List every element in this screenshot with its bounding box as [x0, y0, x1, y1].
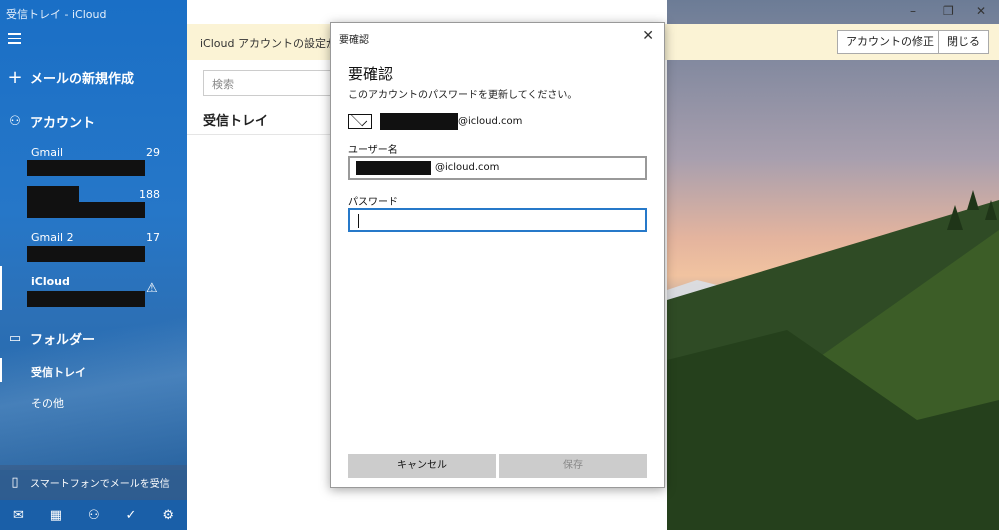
redacted-email — [27, 160, 145, 176]
dialog-heading: 要確認 — [348, 65, 394, 83]
folder-icon: ▭ — [8, 330, 22, 346]
close-notice-button[interactable]: 閉じる — [938, 30, 989, 54]
redacted-email — [27, 291, 145, 307]
account-count: 188 — [139, 188, 160, 201]
account-name: Gmail — [31, 146, 64, 159]
folder-selection-indicator — [0, 358, 2, 382]
reading-pane-background — [667, 0, 999, 530]
accounts-label: アカウント — [30, 115, 96, 131]
folder-item-inbox[interactable]: 受信トレイ — [31, 364, 86, 380]
username-label: ユーザー名 — [348, 145, 398, 156]
phone-promo-label: スマートフォンでメールを受信 — [30, 479, 170, 490]
todo-icon[interactable]: ✓ — [126, 508, 137, 523]
close-icon[interactable]: ✕ — [976, 4, 986, 18]
username-suffix: @icloud.com — [435, 162, 500, 173]
mail-icon[interactable]: ✉ — [13, 508, 24, 523]
account-count: 17 — [146, 231, 160, 244]
folders-header[interactable]: ▭ フォルダー — [0, 328, 187, 348]
save-button[interactable]: 保存 — [499, 454, 647, 478]
username-field[interactable]: @icloud.com — [348, 156, 647, 180]
minimize-icon[interactable]: – — [910, 4, 916, 18]
plus-icon: + — [7, 66, 23, 88]
new-mail-button[interactable]: + メールの新規作成 — [0, 66, 187, 88]
redacted-email — [27, 246, 145, 262]
folders-label: フォルダー — [30, 332, 96, 348]
password-dialog: 要確認 ✕ 要確認 このアカウントのパスワードを更新してください。 @iclou… — [330, 22, 665, 488]
password-field[interactable] — [348, 208, 647, 232]
forest-image — [667, 190, 999, 530]
account-email-suffix: @icloud.com — [458, 116, 523, 127]
people-icon[interactable]: ⚇ — [88, 508, 100, 523]
list-title: 受信トレイ — [203, 114, 269, 129]
phone-icon: ▯ — [11, 475, 19, 490]
window-title: 受信トレイ - iCloud — [6, 8, 107, 21]
settings-icon[interactable]: ⚙ — [162, 508, 174, 523]
calendar-icon[interactable]: ▦ — [50, 508, 62, 523]
redacted-email — [27, 202, 145, 218]
restore-icon[interactable]: ❐ — [943, 4, 954, 18]
fix-account-button[interactable]: アカウントの修正 — [837, 30, 943, 54]
close-icon[interactable]: ✕ — [642, 28, 654, 44]
redacted-name — [27, 186, 79, 202]
redacted-email — [380, 113, 458, 130]
bottom-toolbar: ✉ ▦ ⚇ ✓ ⚙ — [0, 500, 187, 530]
search-input[interactable]: 検索 — [203, 70, 333, 96]
account-name: iCloud — [31, 275, 70, 288]
folder-item-other[interactable]: その他 — [31, 395, 64, 411]
password-label: パスワード — [348, 197, 398, 208]
sidebar: 受信トレイ - iCloud + メールの新規作成 ⚇ アカウント Gmail … — [0, 0, 187, 530]
text-caret — [358, 214, 359, 228]
account-count: 29 — [146, 146, 160, 159]
account-name: Gmail 2 — [31, 231, 74, 244]
warning-icon: ⚠ — [146, 281, 158, 296]
cancel-button[interactable]: キャンセル — [348, 454, 496, 478]
mail-icon — [348, 114, 372, 129]
phone-promo[interactable]: ▯ スマートフォンでメールを受信 — [0, 465, 187, 500]
dialog-title: 要確認 — [339, 35, 369, 46]
hamburger-icon[interactable] — [8, 33, 21, 44]
redacted-username — [356, 161, 431, 175]
person-icon: ⚇ — [9, 113, 21, 129]
new-mail-label: メールの新規作成 — [30, 71, 135, 87]
selection-indicator — [0, 266, 2, 310]
window-titlebar: – ❐ ✕ — [667, 0, 999, 24]
accounts-header[interactable]: ⚇ アカウント — [0, 111, 187, 131]
dialog-subtitle: このアカウントのパスワードを更新してください。 — [348, 90, 578, 101]
divider — [187, 134, 332, 135]
